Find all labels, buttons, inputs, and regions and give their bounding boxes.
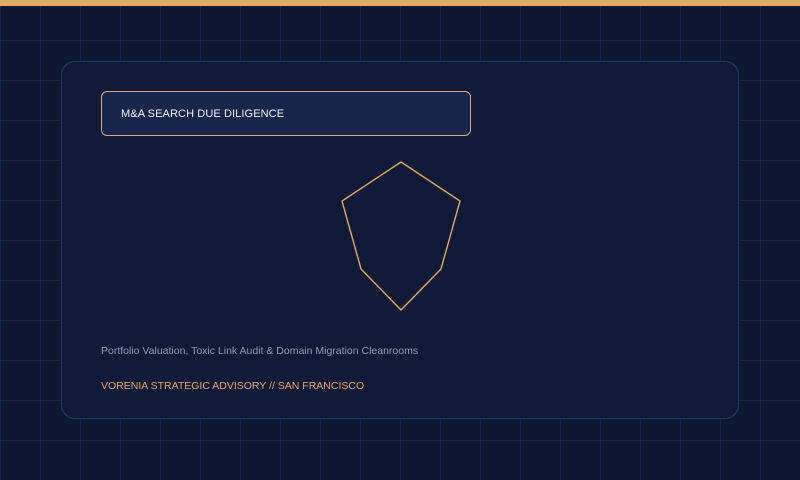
hero-card: M&A SEARCH DUE DILIGENCE Portfolio Valua… (61, 61, 739, 419)
title-box: M&A SEARCH DUE DILIGENCE (101, 91, 471, 136)
page: { "brand": { "accent_color": "#e0a86a", … (0, 0, 800, 480)
footer-location: VORENIA STRATEGIC ADVISORY // SAN FRANCI… (101, 380, 365, 392)
pentagon-shield-outline-icon (341, 161, 463, 318)
card-title: M&A SEARCH DUE DILIGENCE (121, 107, 285, 120)
top-accent-bar (0, 0, 800, 6)
subtitle: Portfolio Valuation, Toxic Link Audit & … (101, 345, 419, 357)
